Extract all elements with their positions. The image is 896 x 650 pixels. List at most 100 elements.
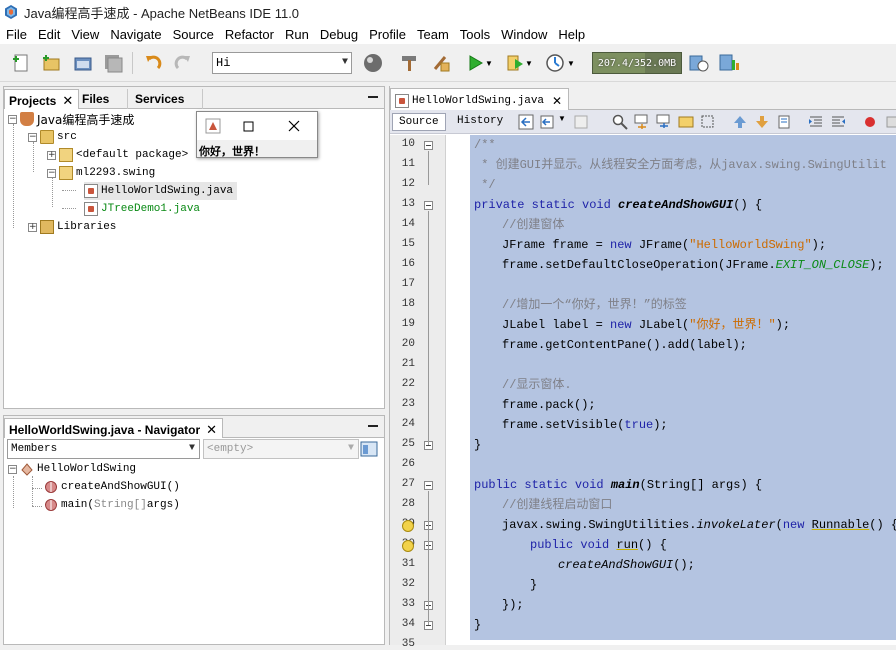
fold-toggle[interactable] — [424, 141, 433, 150]
tree-libraries[interactable]: + Libraries — [28, 218, 116, 236]
tab-history[interactable]: History — [451, 113, 509, 131]
gc-icon[interactable] — [686, 50, 712, 76]
start-macro-icon[interactable] — [862, 114, 878, 130]
editor-file-tab[interactable]: HelloWorldSwing.java ✕ — [390, 88, 570, 110]
code-line: } — [474, 618, 482, 632]
find-next-icon[interactable] — [656, 114, 672, 130]
code-token: invokeLater — [696, 518, 776, 532]
menu-edit[interactable]: Edit — [32, 27, 65, 42]
debug-dropdown-icon[interactable]: ▼ — [524, 50, 534, 76]
line-number: 31 — [401, 558, 415, 570]
profile-ide-icon[interactable] — [716, 50, 742, 76]
filter-combo[interactable]: <empty> ▼ — [203, 439, 359, 459]
nav-class-row[interactable]: − HelloWorldSwing — [8, 460, 136, 478]
redo-icon[interactable] — [170, 50, 196, 76]
code-line: frame.pack(); — [502, 398, 596, 412]
code-token: "HelloWorldSwing" — [689, 238, 812, 252]
find-icon[interactable] — [612, 114, 628, 130]
menu-view[interactable]: View — [65, 27, 104, 42]
collapse-icon[interactable]: − — [28, 132, 37, 142]
line-number: 16 — [401, 258, 415, 270]
menu-team[interactable]: Team — [411, 27, 454, 42]
forward-icon[interactable] — [574, 114, 590, 130]
collapse-icon[interactable]: − — [47, 168, 56, 178]
tree-src[interactable]: − src — [28, 128, 77, 146]
hint-bulb-icon[interactable] — [402, 520, 414, 532]
navigator-options-icon[interactable] — [360, 440, 378, 458]
save-all-icon[interactable] — [100, 50, 126, 76]
nav-method-main[interactable]: main(String[] args) — [44, 496, 180, 514]
nav-method-createandshowgui[interactable]: createAndShowGUI() — [44, 478, 180, 496]
back-icon[interactable] — [540, 114, 556, 130]
fold-toggle[interactable] — [424, 201, 433, 210]
code-token: JFrame frame = — [502, 238, 611, 252]
find-previous-icon[interactable] — [634, 114, 650, 130]
tree-file-jtreedemo1[interactable]: JTreeDemo1.java — [84, 200, 200, 218]
tab-projects[interactable]: Projects ✕ — [4, 89, 80, 109]
hammer-icon[interactable] — [396, 50, 422, 76]
tree-project[interactable]: − Java编程高手速成 — [8, 110, 134, 128]
tree-default-package[interactable]: + <default package> — [47, 146, 188, 164]
profile-dropdown-icon[interactable]: ▼ — [566, 50, 576, 76]
menu-refactor[interactable]: Refactor — [219, 27, 279, 42]
tab-source[interactable]: Source — [392, 113, 446, 131]
chevron-down-icon[interactable]: ▼ — [558, 114, 566, 130]
new-file-icon[interactable] — [8, 50, 34, 76]
members-combo[interactable]: Members ▼ — [7, 439, 200, 459]
shift-right-icon[interactable] — [830, 114, 846, 130]
menu-navigate[interactable]: Navigate — [104, 27, 166, 42]
clean-build-icon[interactable] — [428, 50, 454, 76]
tree-file-helloworldswing[interactable]: HelloWorldSwing.java — [84, 182, 238, 200]
minimize-icon[interactable] — [368, 425, 378, 427]
menu-tools[interactable]: Tools — [454, 27, 495, 42]
menu-run[interactable]: Run — [279, 27, 314, 42]
line-number: 22 — [401, 378, 415, 390]
java-app-icon — [205, 118, 221, 134]
memory-meter[interactable]: 207.4/352.0MB — [592, 52, 682, 74]
code-editor[interactable]: /** * 创建GUI并显示。从线程安全方面考虑，从javax.swing.Sw… — [447, 135, 896, 645]
maximize-icon[interactable] — [243, 121, 255, 133]
code-token: ); — [775, 318, 791, 332]
close-icon[interactable]: ✕ — [552, 94, 562, 108]
configuration-combo[interactable]: Hi ▼ — [212, 52, 352, 74]
tab-services[interactable]: Services — [131, 89, 203, 109]
next-bookmark-icon[interactable] — [754, 114, 770, 130]
shift-left-icon[interactable] — [808, 114, 824, 130]
code-token: true — [624, 418, 654, 432]
chevron-down-icon: ▼ — [188, 443, 195, 454]
minimize-icon[interactable] — [368, 96, 378, 98]
menu-window[interactable]: Window — [495, 27, 552, 42]
menu-help[interactable]: Help — [552, 27, 590, 42]
navigator-panel: HelloWorldSwing.java - Navigator ✕ Member… — [3, 415, 385, 645]
close-icon[interactable]: ✕ — [62, 93, 73, 108]
open-project-icon[interactable] — [70, 50, 96, 76]
rectangular-selection-icon[interactable] — [700, 114, 716, 130]
menu-debug[interactable]: Debug — [314, 27, 363, 42]
hint-bulb-icon[interactable] — [402, 540, 414, 552]
expand-icon[interactable]: + — [28, 222, 37, 232]
previous-bookmark-icon[interactable] — [732, 114, 748, 130]
menu-source[interactable]: Source — [167, 27, 219, 42]
close-icon[interactable]: ✕ — [206, 422, 217, 437]
collapse-icon[interactable]: − — [8, 114, 17, 124]
tab-files[interactable]: Files — [78, 89, 128, 109]
last-edit-icon[interactable] — [518, 114, 534, 130]
tree-package[interactable]: − ml2293.swing — [47, 164, 155, 182]
collapse-icon[interactable]: − — [8, 464, 17, 474]
profile-icon[interactable] — [542, 50, 568, 76]
run-dropdown-icon[interactable]: ▼ — [484, 50, 494, 76]
toggle-bookmark-icon[interactable] — [776, 114, 792, 130]
build-globe-icon[interactable] — [360, 50, 386, 76]
undo-icon[interactable] — [140, 50, 166, 76]
new-project-icon[interactable] — [38, 50, 64, 76]
toggle-highlight-icon[interactable] — [678, 114, 694, 130]
menu-file[interactable]: File — [0, 27, 32, 42]
expand-icon[interactable]: + — [47, 150, 56, 160]
tab-navigator[interactable]: HelloWorldSwing.java - Navigator ✕ — [4, 418, 224, 438]
code-line: /** — [474, 138, 496, 152]
stop-macro-icon[interactable] — [884, 114, 896, 130]
fold-toggle[interactable] — [424, 481, 433, 490]
line-number: 20 — [401, 338, 415, 350]
menu-profile[interactable]: Profile — [363, 27, 411, 42]
close-icon[interactable] — [288, 120, 300, 132]
